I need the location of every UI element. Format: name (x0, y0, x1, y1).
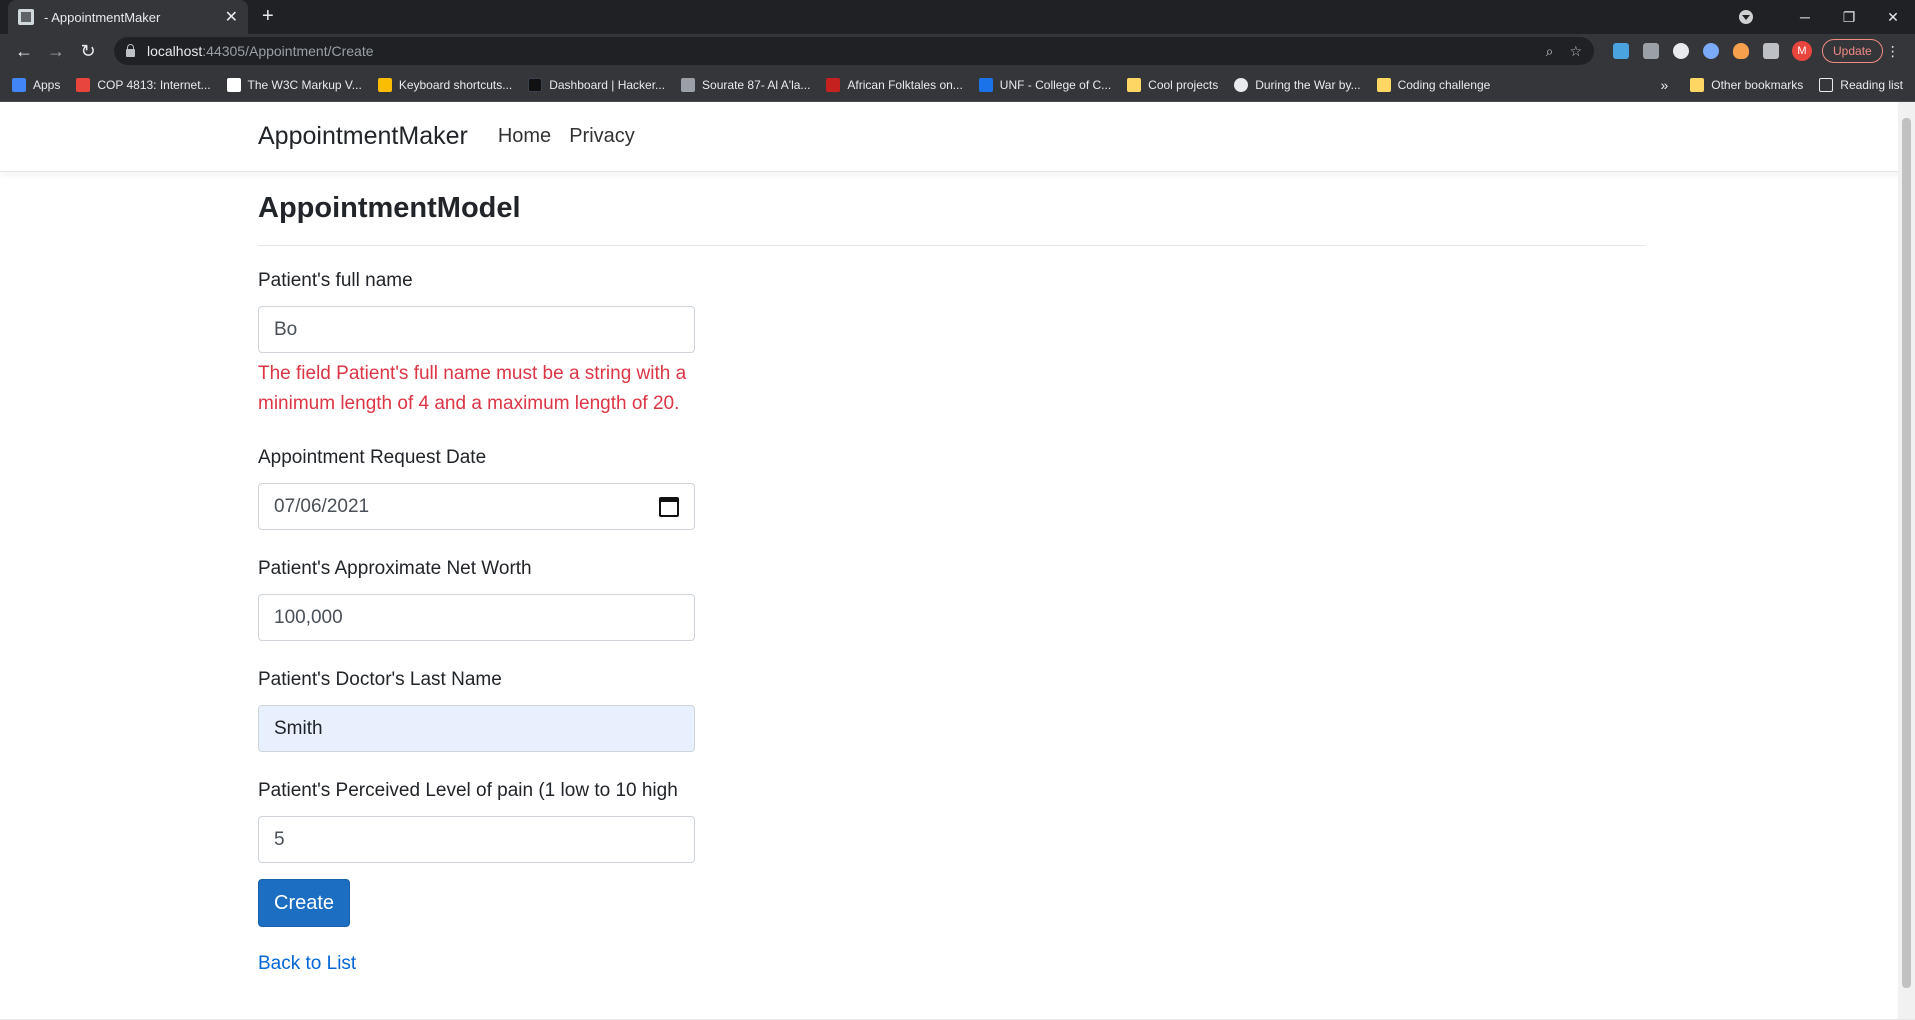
bookmark-item[interactable]: African Folktales on... (826, 77, 963, 92)
minimize-button[interactable]: ─ (1783, 9, 1827, 25)
apps-grid-icon (12, 77, 26, 92)
bookmark-label: Coding challenge (1397, 77, 1491, 92)
new-tab-button[interactable]: + (262, 6, 274, 26)
scrollbar-thumb[interactable] (1902, 118, 1911, 988)
pain-level-input[interactable]: 5 (258, 816, 695, 863)
bookmark-item[interactable]: The W3C Markup V... (226, 77, 362, 92)
extension-k-icon[interactable] (1643, 43, 1659, 59)
extension-s-icon[interactable] (1673, 43, 1689, 59)
microsoft-icon (377, 77, 392, 92)
bookmark-item[interactable]: COP 4813: Internet... (76, 77, 211, 92)
back-to-list-link[interactable]: Back to List (258, 953, 695, 975)
web-page: AppointmentMaker Home Privacy Appointmen… (0, 102, 1915, 1020)
date-input[interactable]: 07/06/2021 (258, 483, 695, 530)
bookmark-item[interactable]: Apps (12, 77, 61, 92)
quran-icon (681, 77, 696, 92)
bookmark-label: Dashboard | Hacker... (549, 77, 666, 92)
bookmarks-overflow-chevron-icon[interactable]: » (1660, 77, 1668, 93)
browser-toolbar: ← → ↻ localhost:44305/Appointment/Create… (0, 34, 1915, 68)
w3c-icon (226, 77, 241, 92)
folder-icon (1690, 77, 1705, 92)
networth-label: Patient's Approximate Net Worth (258, 558, 532, 579)
reading-list-icon (1819, 77, 1834, 92)
zy-icon (76, 77, 91, 92)
bookmark-label: UNF - College of C... (999, 77, 1112, 92)
bookmark-star-icon[interactable]: ☆ (1569, 43, 1582, 60)
networth-input[interactable]: 100,000 (258, 594, 695, 641)
date-label: Appointment Request Date (258, 447, 487, 468)
bookmark-item[interactable]: Dashboard | Hacker... (528, 77, 666, 92)
page-favicon-icon (18, 9, 34, 25)
bookmark-item[interactable]: During the War by... (1234, 77, 1361, 92)
extension-fire-icon[interactable] (1733, 43, 1749, 59)
window-controls: ─ ❐ ✕ (1739, 0, 1915, 34)
forward-arrow-icon[interactable]: → (40, 41, 72, 62)
back-arrow-icon[interactable]: ← (8, 41, 40, 62)
bookmark-label: The W3C Markup V... (247, 77, 362, 92)
update-button[interactable]: Update (1822, 39, 1883, 63)
hackerrank-icon (528, 77, 543, 92)
bookmark-label: Reading list (1840, 77, 1903, 92)
lock-icon[interactable] (126, 44, 135, 57)
profile-avatar[interactable]: M (1792, 41, 1812, 61)
bookmark-folder[interactable]: Cool projects (1127, 77, 1219, 92)
main-content: AppointmentModel Patient's full name Bo … (258, 192, 1645, 975)
extension-cloud-icon[interactable] (1613, 43, 1629, 59)
create-button[interactable]: Create (258, 879, 351, 927)
zoom-icon[interactable]: ⌕ (1546, 43, 1554, 60)
tab-appointmentmaker[interactable]: - AppointmentMaker ✕ (8, 0, 248, 34)
nav-privacy-link[interactable]: Privacy (569, 125, 635, 148)
extension-owl-icon[interactable] (1703, 43, 1719, 59)
brand-link[interactable]: AppointmentMaker (258, 122, 468, 151)
doctor-lastname-input[interactable]: Smith (258, 705, 695, 752)
menu-kebab-icon[interactable]: ⋮ (1883, 43, 1903, 60)
appointment-form: Patient's full name Bo The field Patient… (258, 270, 695, 975)
folktales-icon (826, 77, 841, 92)
fullname-label: Patient's full name (258, 270, 413, 291)
fullname-input[interactable]: Bo (258, 306, 695, 353)
bookmark-label: Other bookmarks (1711, 77, 1804, 92)
extensions-puzzle-icon[interactable] (1763, 43, 1779, 59)
site-navbar: AppointmentMaker Home Privacy (0, 102, 1915, 172)
url-path: :44305/Appointment/Create (202, 43, 374, 59)
page-title: AppointmentModel (258, 192, 1645, 246)
bookmark-item[interactable]: Sourate 87- Al A'la... (681, 77, 811, 92)
pain-label: Patient's Perceived Level of pain (1 low… (258, 780, 678, 801)
window-close-button[interactable]: ✕ (1871, 9, 1915, 26)
page-scrollbar[interactable] (1898, 102, 1915, 1020)
restore-button[interactable]: ❐ (1827, 9, 1871, 26)
folder-icon (1127, 77, 1142, 92)
globe-icon (1234, 77, 1249, 92)
fullname-error-message: The field Patient's full name must be a … (258, 363, 687, 414)
nav-home-link[interactable]: Home (498, 125, 551, 148)
bookmark-label: Cool projects (1148, 77, 1219, 92)
extensions-area: M Update ⋮ (1606, 39, 1903, 63)
bookmark-label: COP 4813: Internet... (97, 77, 211, 92)
bookmark-label: African Folktales on... (847, 77, 963, 92)
bookmark-label: Apps (33, 77, 61, 92)
bookmark-label: During the War by... (1255, 77, 1361, 92)
folder-icon (1376, 77, 1391, 92)
address-bar[interactable]: localhost:44305/Appointment/Create ⌕ ☆ (114, 37, 1594, 65)
calendar-icon[interactable] (659, 496, 679, 517)
bookmark-item[interactable]: Keyboard shortcuts... (377, 77, 513, 92)
reload-icon[interactable]: ↻ (72, 41, 104, 62)
doctor-label: Patient's Doctor's Last Name (258, 669, 502, 690)
date-value: 07/06/2021 (274, 495, 370, 517)
unf-icon (978, 77, 993, 92)
url-host: localhost (147, 43, 203, 59)
tab-search-icon[interactable] (1739, 10, 1753, 24)
bookmark-label: Keyboard shortcuts... (398, 77, 513, 92)
tab-title: - AppointmentMaker (44, 9, 161, 25)
bookmarks-bar: Apps COP 4813: Internet... The W3C Marku… (0, 68, 1915, 102)
tab-close-icon[interactable]: ✕ (225, 7, 238, 27)
bookmark-folder[interactable]: Coding challenge (1376, 77, 1491, 92)
bookmark-label: Sourate 87- Al A'la... (702, 77, 811, 92)
reading-list-button[interactable]: Reading list (1819, 77, 1903, 92)
bookmark-item[interactable]: UNF - College of C... (978, 77, 1112, 92)
browser-tabstrip: - AppointmentMaker ✕ + ─ ❐ ✕ (0, 0, 1915, 34)
other-bookmarks-folder[interactable]: Other bookmarks (1690, 77, 1804, 92)
